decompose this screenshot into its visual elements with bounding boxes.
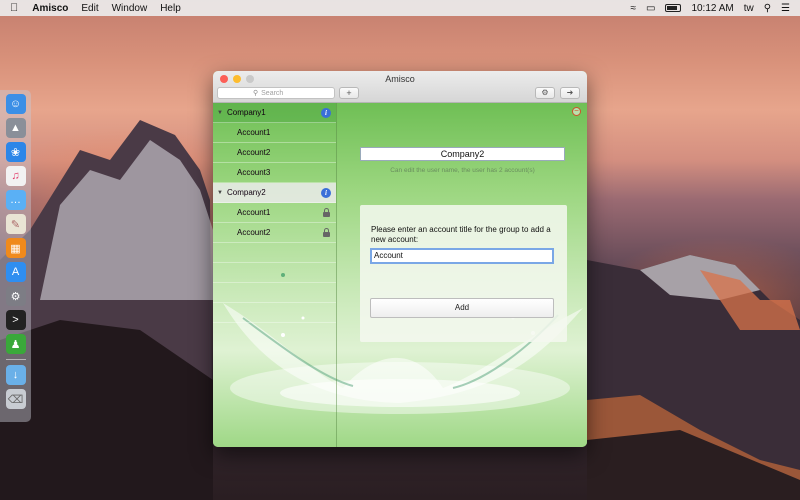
info-icon[interactable]: i [321, 187, 331, 198]
title-bar[interactable]: Amisco ⚲ Search + ⚙ ➜ [213, 71, 587, 103]
menu-edit[interactable]: Edit [81, 3, 98, 14]
account-label: Account1 [237, 208, 271, 217]
account-row[interactable]: Account2 [213, 223, 336, 243]
account-label: Account1 [237, 128, 271, 137]
terminal-icon[interactable]: > [5, 310, 26, 330]
menu-bar:  Amisco Edit Window Help ≈ ▭ 10:12 AM t… [0, 0, 800, 16]
safari-icon[interactable]: ❀ [5, 142, 26, 162]
downloads-folder-icon[interactable]: ↓ [5, 365, 26, 385]
dock: ☺ ▲ ❀ ♫ … ✎ ▦ A ⚙ > ♟ ↓ ⌫ [0, 90, 31, 422]
add-account-button[interactable]: Add [370, 298, 554, 318]
clock[interactable]: 10:12 AM [691, 3, 733, 14]
finder-icon[interactable]: ☺ [5, 94, 26, 114]
group-label: Company2 [227, 188, 266, 197]
amisco-app-icon[interactable]: ♟ [5, 334, 26, 354]
lock-icon [323, 208, 330, 217]
account-title-input[interactable]: Account [370, 248, 554, 264]
search-placeholder: Search [261, 89, 284, 97]
detail-pane: − Company2 Can edit the user name, the u… [338, 103, 587, 447]
system-preferences-icon[interactable]: ⚙ [5, 286, 26, 306]
group-sidebar: ▼ Company1 i Account1 Account2 Account3 … [213, 103, 337, 447]
add-account-panel: Please enter an account title for the gr… [360, 205, 567, 342]
launchpad-icon[interactable]: ▲ [5, 118, 26, 138]
menu-window[interactable]: Window [112, 3, 148, 14]
music-icon[interactable]: ♫ [5, 166, 26, 186]
account-label: Account2 [237, 148, 271, 157]
account-row[interactable]: Account3 [213, 163, 336, 183]
search-icon: ⚲ [253, 90, 259, 97]
window-title: Amisco [385, 74, 415, 84]
app-store-icon[interactable]: A [5, 262, 26, 282]
account-label: Account2 [237, 228, 271, 237]
menu-app-name[interactable]: Amisco [32, 3, 68, 14]
empty-row [213, 303, 336, 323]
empty-row [213, 263, 336, 283]
account-row[interactable]: Account2 [213, 143, 336, 163]
group-label: Company1 [227, 108, 266, 117]
account-row[interactable]: Account1 [213, 123, 336, 143]
airplay-icon[interactable]: ▭ [646, 3, 655, 14]
wifi-icon[interactable]: ≈ [630, 3, 636, 14]
trash-icon[interactable]: ⌫ [5, 389, 26, 409]
group-row-company1[interactable]: ▼ Company1 i [213, 103, 336, 123]
spotlight-search-icon[interactable]: ⚲ [764, 3, 771, 14]
search-field[interactable]: ⚲ Search [217, 87, 335, 99]
books-icon[interactable]: ▦ [5, 238, 26, 258]
add-group-button[interactable]: + [339, 87, 359, 99]
empty-row [213, 243, 336, 263]
notification-center-icon[interactable]: ☰ [781, 3, 790, 14]
disclosure-triangle-icon[interactable]: ▼ [217, 190, 227, 196]
gear-icon[interactable]: ⚙ [535, 87, 555, 99]
lock-icon [323, 228, 330, 237]
group-row-company2[interactable]: ▼ Company2 i [213, 183, 336, 203]
disclosure-triangle-icon[interactable]: ▼ [217, 110, 227, 116]
group-hint-text: Can edit the user name, the user has 2 a… [390, 167, 535, 174]
messages-icon[interactable]: … [5, 190, 26, 210]
notes-icon[interactable]: ✎ [5, 214, 26, 234]
user-menu[interactable]: tw [744, 3, 754, 14]
forward-arrow-icon[interactable]: ➜ [560, 87, 580, 99]
window-content: ▼ Company1 i Account1 Account2 Account3 … [213, 103, 587, 447]
add-account-prompt: Please enter an account title for the gr… [371, 225, 551, 244]
remove-group-icon[interactable]: − [572, 107, 581, 116]
apple-icon[interactable]:  [10, 2, 18, 14]
battery-icon[interactable] [665, 4, 682, 12]
dock-separator [5, 359, 26, 360]
amisco-window: Amisco ⚲ Search + ⚙ ➜ ▼ Company1 i Accou… [213, 71, 587, 447]
menu-help[interactable]: Help [160, 3, 181, 14]
group-name-field[interactable]: Company2 [360, 147, 565, 161]
account-row[interactable]: Account1 [213, 203, 336, 223]
info-icon[interactable]: i [321, 107, 331, 118]
account-label: Account3 [237, 168, 271, 177]
empty-row [213, 283, 336, 303]
